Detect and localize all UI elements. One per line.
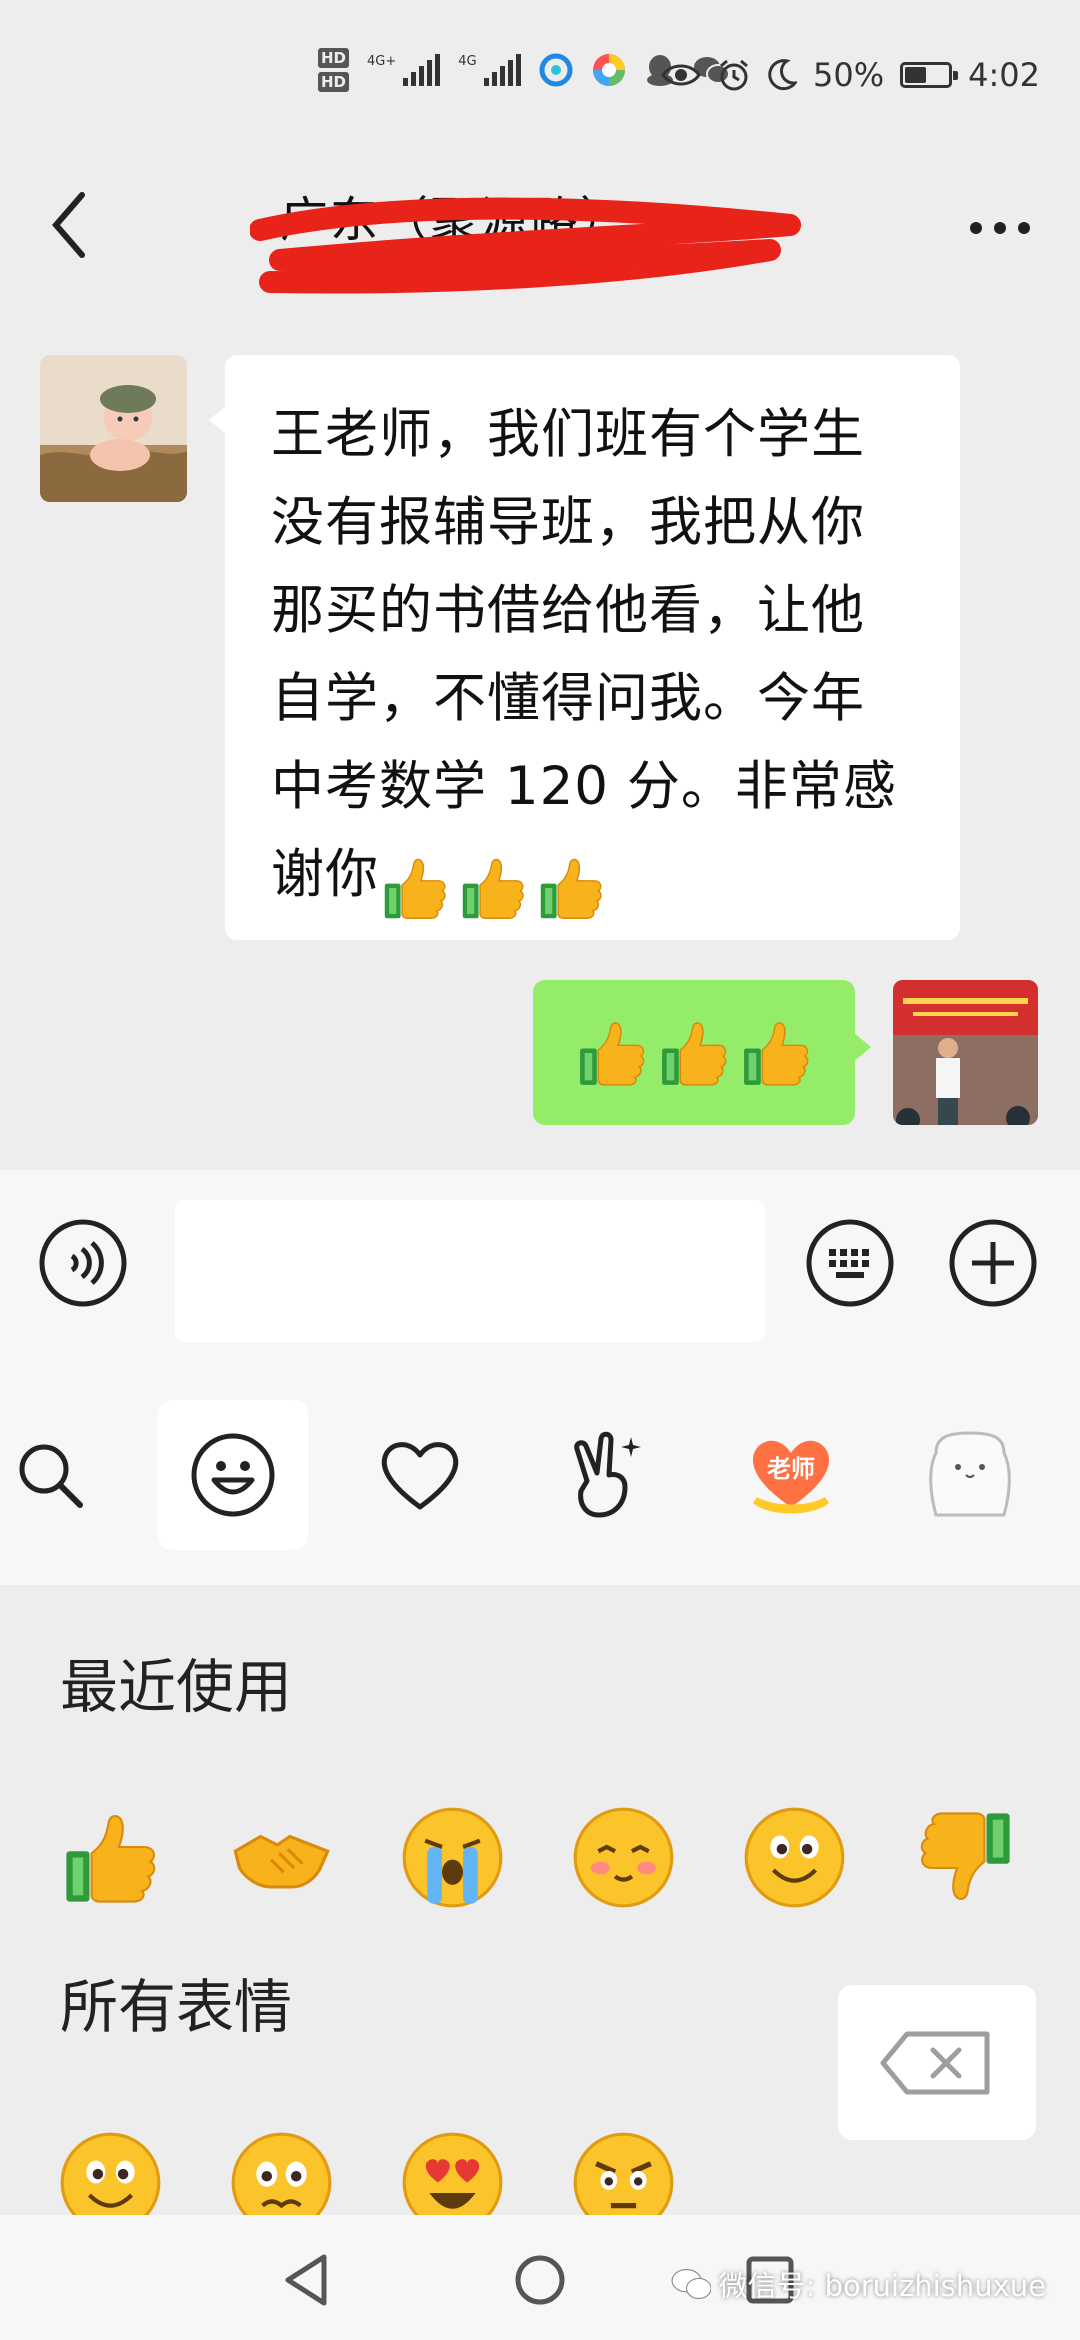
emoji-tab-bar: 老师	[0, 1400, 1080, 1585]
redaction-scribble	[250, 197, 801, 294]
input-bar	[0, 1170, 1080, 1415]
signal-1-icon: 4G+	[367, 54, 441, 86]
voice-icon[interactable]	[38, 1218, 128, 1308]
network-1-label: 4G+	[367, 54, 397, 69]
recent-title: 最近使用	[60, 1653, 293, 1721]
teacher-heart-sticker: 老师	[752, 1440, 830, 1514]
moon-icon	[768, 59, 798, 91]
colorful-app-icon	[592, 54, 625, 86]
sticker-text: 老师	[767, 1455, 815, 1483]
smiley-icon	[191, 1433, 275, 1517]
tab-sticker-teacher[interactable]: 老师	[716, 1400, 866, 1550]
tab-gestures[interactable]	[530, 1400, 680, 1550]
eye-icon	[661, 64, 701, 86]
heart-icon	[381, 1442, 459, 1510]
wechat-chat-screen: HD HD 4G+ 4G 50% 4:02 广东（聚源路） 王老师，我们班有个学…	[0, 0, 1080, 2340]
thumbs-up-icon	[379, 852, 451, 924]
backspace-icon	[880, 2031, 990, 2094]
tab-sticker-bear[interactable]	[895, 1400, 1045, 1550]
battery-icon	[900, 62, 959, 88]
hd1-badge: HD	[318, 48, 350, 68]
tab-search[interactable]	[0, 1400, 100, 1550]
emoji-panel: 最近使用 所有表情	[0, 1585, 1080, 2215]
recent-emoji-row	[58, 1805, 1018, 1910]
network-2-label: 4G	[458, 54, 477, 69]
message-emoji-group	[379, 852, 607, 924]
status-bar: HD HD 4G+ 4G 50% 4:02	[0, 0, 1080, 150]
handshake-icon[interactable]	[229, 1805, 334, 1910]
my-avatar[interactable]	[893, 980, 1038, 1125]
signal-2-icon: 4G	[458, 54, 521, 86]
wechat-logo-icon	[671, 2269, 711, 2299]
message-bubble-right[interactable]	[533, 980, 871, 1125]
thumbs-up-icon	[535, 852, 607, 924]
search-icon	[19, 1444, 83, 1508]
watermark: 微信号: boruizhishuxue	[671, 2263, 1046, 2305]
keyboard-icon[interactable]	[805, 1218, 895, 1308]
thumbs-up-icon	[457, 852, 529, 924]
thumbs-up-icon	[574, 1015, 650, 1091]
system-nav-bar: 微信号: boruizhishuxue	[0, 2215, 1080, 2340]
all-title: 所有表情	[60, 1973, 293, 2041]
delete-button[interactable]	[838, 1985, 1036, 2140]
chevron-left-icon[interactable]	[40, 185, 100, 265]
message-text: 王老师，我们班有个学生 没有报辅导班，我把从你 那买的书借给他看，让他 自学，不…	[271, 404, 897, 905]
hd-badges: HD HD	[318, 48, 350, 92]
battery-fill	[905, 67, 927, 83]
thumbs-down-icon[interactable]	[913, 1805, 1018, 1910]
thumbs-up-icon	[738, 1015, 814, 1091]
tab-favorites[interactable]	[345, 1400, 495, 1550]
alarm-icon	[720, 59, 748, 91]
battery-percent: 50%	[813, 56, 885, 94]
hd2-badge: HD	[318, 72, 350, 92]
home-circle-icon[interactable]	[505, 2245, 575, 2315]
contact-avatar[interactable]	[40, 355, 187, 502]
back-triangle-icon[interactable]	[272, 2245, 342, 2315]
thumbs-up-icon[interactable]	[58, 1805, 163, 1910]
thumbs-up-icon	[656, 1015, 732, 1091]
shy-face-icon[interactable]	[571, 1805, 676, 1910]
watermark-text: 微信号: boruizhishuxue	[718, 2269, 1046, 2303]
status-right: 50% 4:02	[661, 56, 1040, 94]
message-bubble-left[interactable]: 王老师，我们班有个学生 没有报辅导班，我把从你 那买的书借给他看，让他 自学，不…	[209, 355, 960, 940]
clock: 4:02	[968, 56, 1040, 94]
message-input[interactable]	[175, 1200, 765, 1342]
victory-hand-icon	[574, 1431, 641, 1518]
crying-face-icon[interactable]	[400, 1805, 505, 1910]
bear-sticker	[929, 1431, 1011, 1517]
smile-face-icon[interactable]	[742, 1805, 847, 1910]
more-dots-icon[interactable]	[960, 198, 1040, 258]
plus-icon[interactable]	[948, 1218, 1038, 1308]
edge-icon	[539, 53, 573, 87]
tab-emoji[interactable]	[158, 1400, 308, 1550]
